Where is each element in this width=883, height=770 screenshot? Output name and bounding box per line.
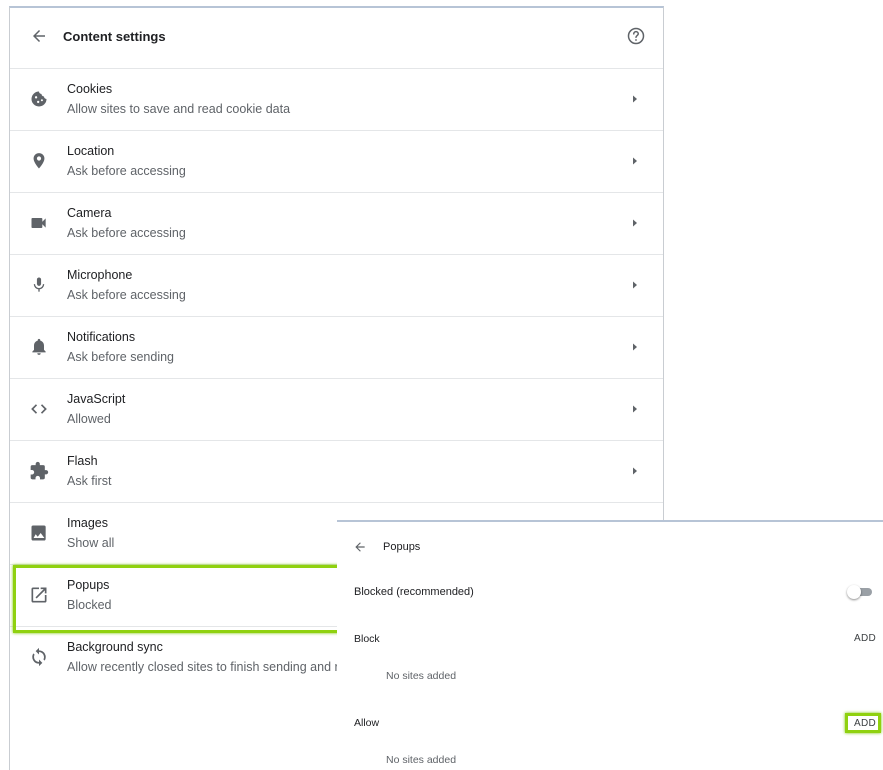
- setting-row-camera[interactable]: Camera Ask before accessing: [10, 192, 663, 254]
- block-add-button[interactable]: ADD: [854, 633, 876, 644]
- sync-icon: [32, 647, 46, 667]
- block-empty-text: No sites added: [386, 670, 457, 682]
- chevron-right-icon: [633, 157, 637, 165]
- allow-add-button[interactable]: ADD: [854, 718, 876, 729]
- code-icon: [31, 404, 47, 414]
- setting-subtitle: Allow sites to save and read cookie data: [67, 102, 291, 116]
- content-settings-header: Content settings: [10, 8, 663, 68]
- image-icon: [31, 525, 46, 541]
- page: Content settings Cookies Allow sites to …: [0, 0, 883, 770]
- arrow-left-icon[interactable]: [30, 27, 48, 45]
- setting-subtitle: Ask first: [67, 474, 112, 488]
- setting-title: Popups: [67, 578, 110, 592]
- setting-row-javascript[interactable]: JavaScript Allowed: [10, 378, 663, 440]
- chevron-right-icon: [633, 343, 637, 351]
- setting-row-notifications[interactable]: Notifications Ask before sending: [10, 316, 663, 378]
- blocked-toggle[interactable]: [847, 585, 873, 599]
- blocked-label: Blocked (recommended): [354, 586, 474, 598]
- setting-subtitle: Ask before accessing: [67, 226, 186, 240]
- setting-subtitle: Blocked: [67, 598, 112, 612]
- setting-subtitle: Ask before accessing: [67, 288, 186, 302]
- setting-title: Background sync: [67, 640, 163, 654]
- setting-title: Cookies: [67, 82, 113, 96]
- cookie-icon: [31, 91, 47, 107]
- setting-title: Location: [67, 144, 115, 158]
- chevron-right-icon: [633, 281, 637, 289]
- chevron-right-icon: [633, 467, 637, 475]
- help-circle-icon[interactable]: [626, 26, 646, 46]
- popups-title: Popups: [383, 541, 421, 553]
- block-section-label: Block: [354, 633, 380, 645]
- setting-subtitle: Allow recently closed sites to finish se…: [67, 660, 339, 674]
- setting-subtitle: Show all: [67, 536, 115, 550]
- setting-title: Camera: [67, 206, 112, 220]
- chevron-right-icon: [633, 95, 637, 103]
- camera-icon: [31, 218, 46, 228]
- location-pin-icon: [33, 153, 45, 169]
- setting-title: Microphone: [67, 268, 133, 282]
- setting-subtitle: Ask before sending: [67, 350, 175, 364]
- allow-empty-text: No sites added: [386, 754, 457, 766]
- allow-section-label: Allow: [354, 717, 380, 729]
- setting-row-flash[interactable]: Flash Ask first: [10, 440, 663, 502]
- arrow-left-icon[interactable]: [353, 540, 367, 554]
- popups-panel: Popups Blocked (recommended) Block ADD N…: [337, 520, 883, 770]
- puzzle-icon: [30, 461, 49, 480]
- chevron-right-icon: [633, 405, 637, 413]
- page-title: Content settings: [63, 29, 166, 44]
- setting-row-location[interactable]: Location Ask before accessing: [10, 130, 663, 192]
- setting-subtitle: Ask before accessing: [67, 164, 186, 178]
- open-in-new-icon: [31, 587, 47, 603]
- bell-icon: [32, 338, 46, 355]
- microphone-icon: [33, 277, 45, 292]
- setting-row-microphone[interactable]: Microphone Ask before accessing: [10, 254, 663, 316]
- setting-title: Flash: [67, 454, 98, 468]
- chevron-right-icon: [633, 219, 637, 227]
- setting-row-cookies[interactable]: Cookies Allow sites to save and read coo…: [10, 68, 663, 130]
- setting-title: JavaScript: [67, 392, 126, 406]
- toggle-knob: [847, 585, 861, 599]
- setting-title: Images: [67, 516, 108, 530]
- setting-title: Notifications: [67, 330, 136, 344]
- setting-subtitle: Allowed: [67, 412, 111, 426]
